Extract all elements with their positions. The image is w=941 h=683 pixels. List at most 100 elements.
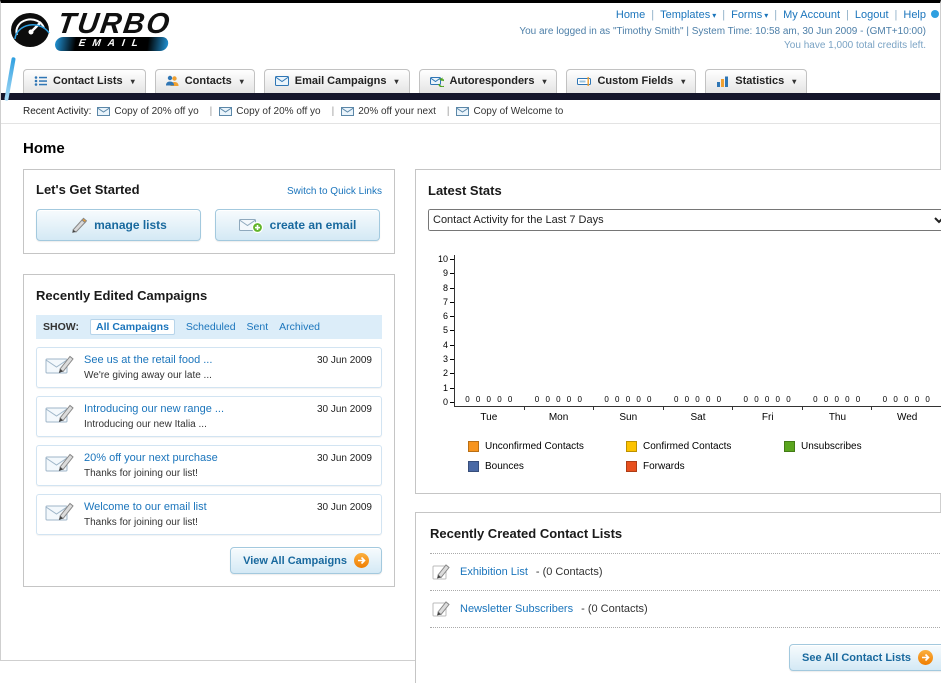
- filter-archived[interactable]: Archived: [279, 321, 320, 333]
- x-tick: Sun: [619, 412, 638, 423]
- statistics-icon: [716, 76, 729, 87]
- top-link-forms[interactable]: Forms: [731, 9, 762, 21]
- filter-all-campaigns[interactable]: All Campaigns: [89, 319, 175, 335]
- legend-swatch: [784, 441, 795, 452]
- turbo-email-logo[interactable]: TURBO EMAIL: [1, 3, 261, 51]
- recent-campaigns-panel: Recently Edited Campaigns SHOW: All Camp…: [23, 274, 395, 587]
- filter-sent[interactable]: Sent: [247, 321, 269, 333]
- campaign-title[interactable]: 20% off your next purchase: [84, 452, 303, 464]
- tab-email-campaigns[interactable]: Email Campaigns ▾: [263, 69, 410, 93]
- top-link-help[interactable]: Help: [903, 9, 926, 21]
- create-email-button[interactable]: create an email: [215, 209, 380, 241]
- contact-list-name[interactable]: Newsletter Subscribers: [460, 603, 573, 615]
- campaign-envelope-pencil-icon: [45, 354, 75, 376]
- campaign-row[interactable]: 20% off your next purchase Thanks for jo…: [36, 445, 382, 486]
- bar-group: 0 0 0 0 0: [525, 255, 595, 410]
- campaign-envelope-pencil-icon: [45, 501, 75, 523]
- contacts-icon: [165, 75, 179, 87]
- campaign-date: 30 Jun 2009: [316, 355, 372, 366]
- chevron-down-icon: ▾: [394, 76, 399, 86]
- x-tick: Thu: [828, 412, 847, 423]
- switch-quick-links-link[interactable]: Switch to Quick Links: [287, 186, 382, 197]
- bar-value-labels: 0 0 0 0 0: [534, 395, 584, 404]
- chevron-down-icon: ▾: [239, 76, 244, 86]
- latest-stats-title: Latest Stats: [428, 183, 502, 198]
- tab-label: Autoresponders: [449, 75, 535, 87]
- bar-group: 0 0 0 0 0: [733, 255, 803, 410]
- top-link-my-account[interactable]: My Account: [783, 9, 840, 21]
- pencil-icon: [432, 600, 452, 618]
- campaign-envelope-pencil-icon: [45, 452, 75, 474]
- recent-activity-link[interactable]: 20% off your next: [358, 106, 436, 117]
- tab-autoresponders[interactable]: Autoresponders ▾: [418, 69, 558, 93]
- top-link-home[interactable]: Home: [616, 9, 645, 21]
- contact-list-count: - (0 Contacts): [535, 566, 603, 578]
- tab-contacts[interactable]: Contacts ▾: [154, 69, 255, 93]
- main-nav: Contact Lists ▾ Contacts ▾ Email Campaig…: [1, 67, 940, 93]
- recent-activity-label: Recent Activity:: [23, 106, 92, 117]
- tab-custom-fields[interactable]: Custom Fields ▾: [566, 69, 697, 93]
- recent-activity-link[interactable]: Copy of 20% off yo: [236, 106, 320, 117]
- recent-activity-item: Copy of Welcome to: [456, 106, 563, 117]
- envelope-icon: [456, 107, 470, 116]
- campaign-title[interactable]: See us at the retail food ...: [84, 354, 303, 366]
- tab-label: Custom Fields: [597, 75, 674, 87]
- recent-activity-link[interactable]: Copy of Welcome to: [473, 106, 563, 117]
- y-tick: 7: [443, 297, 454, 307]
- campaign-subtitle: Thanks for joining our list!: [84, 468, 198, 479]
- chevron-down-icon: ▾: [792, 76, 797, 86]
- custom-fields-icon: [577, 76, 592, 87]
- contact-list-row[interactable]: Exhibition List - (0 Contacts): [430, 553, 941, 591]
- tab-contact-lists[interactable]: Contact Lists ▾: [23, 69, 146, 93]
- email-campaigns-icon: [274, 76, 289, 86]
- tab-statistics[interactable]: Statistics ▾: [705, 69, 808, 93]
- autoresponders-icon: [429, 76, 444, 87]
- login-info: You are logged in as "Timothy Smith" | S…: [519, 26, 926, 37]
- legend-entry: Forwards: [626, 461, 784, 472]
- campaign-envelope-pencil-icon: [45, 403, 75, 425]
- campaign-subtitle: We're giving away our late ...: [84, 370, 212, 381]
- manage-lists-label: manage lists: [94, 218, 167, 232]
- stats-period-select[interactable]: Contact Activity for the Last 7 Days: [428, 209, 941, 231]
- bar-value-labels: 0 0 0 0 0: [882, 395, 932, 404]
- view-all-campaigns-button[interactable]: View All Campaigns: [230, 547, 382, 574]
- bar-value-labels: 0 0 0 0 0: [465, 395, 515, 404]
- orange-arrow-icon: [354, 553, 369, 568]
- x-tick: Mon: [548, 412, 569, 423]
- campaign-row[interactable]: Introducing our new range ... Introducin…: [36, 396, 382, 437]
- pencil-icon: [70, 217, 88, 233]
- legend-entry: Unsubscribes: [784, 441, 941, 452]
- chart-plot-area: 0 0 0 0 0 0 0 0 0 0 0 0 0 0 0 0 0 0 0 0 …: [454, 255, 941, 410]
- bar-value-labels: 0 0 0 0 0: [673, 395, 724, 404]
- top-link-logout[interactable]: Logout: [855, 9, 889, 21]
- manage-lists-button[interactable]: manage lists: [36, 209, 201, 241]
- campaigns-title: Recently Edited Campaigns: [36, 288, 208, 303]
- bar-value-labels: 0 0 0 0 0: [743, 395, 793, 404]
- campaigns-filter-row: SHOW: All Campaigns Scheduled Sent Archi…: [36, 315, 382, 339]
- latest-stats-panel: Latest Stats Contact Activity for the La…: [415, 169, 941, 494]
- top-link-templates[interactable]: Templates: [660, 9, 710, 21]
- recent-activity-item: 20% off your next: [341, 106, 456, 117]
- contact-list-name[interactable]: Exhibition List: [460, 566, 528, 578]
- campaign-date: 30 Jun 2009: [316, 404, 372, 415]
- see-all-contact-lists-button[interactable]: See All Contact Lists: [788, 644, 941, 671]
- tab-label: Email Campaigns: [294, 75, 387, 87]
- recent-activity-link[interactable]: Copy of 20% off yo: [114, 106, 198, 117]
- tab-label: Contact Lists: [53, 75, 123, 87]
- filter-scheduled[interactable]: Scheduled: [186, 321, 236, 333]
- legend-label: Confirmed Contacts: [643, 441, 732, 452]
- campaign-title[interactable]: Welcome to our email list: [84, 501, 303, 513]
- app-window: TURBO EMAIL Home Templates ▾ Forms ▾ My Ac…: [0, 0, 941, 683]
- contact-lists-icon: [34, 75, 47, 87]
- campaign-title[interactable]: Introducing our new range ...: [84, 403, 303, 415]
- campaign-row[interactable]: Welcome to our email list Thanks for joi…: [36, 494, 382, 535]
- campaign-row[interactable]: See us at the retail food ... We're givi…: [36, 347, 382, 388]
- legend-swatch: [468, 461, 479, 472]
- legend-entry: Unconfirmed Contacts: [468, 441, 626, 452]
- bar-value-labels: 0 0 0 0 0: [604, 395, 654, 404]
- get-started-title: Let's Get Started: [36, 182, 140, 197]
- blue-dot-decoration: [931, 10, 939, 18]
- contact-list-row[interactable]: Newsletter Subscribers - (0 Contacts): [430, 591, 941, 628]
- legend-label: Unconfirmed Contacts: [485, 441, 584, 452]
- speedometer-icon: [9, 9, 55, 51]
